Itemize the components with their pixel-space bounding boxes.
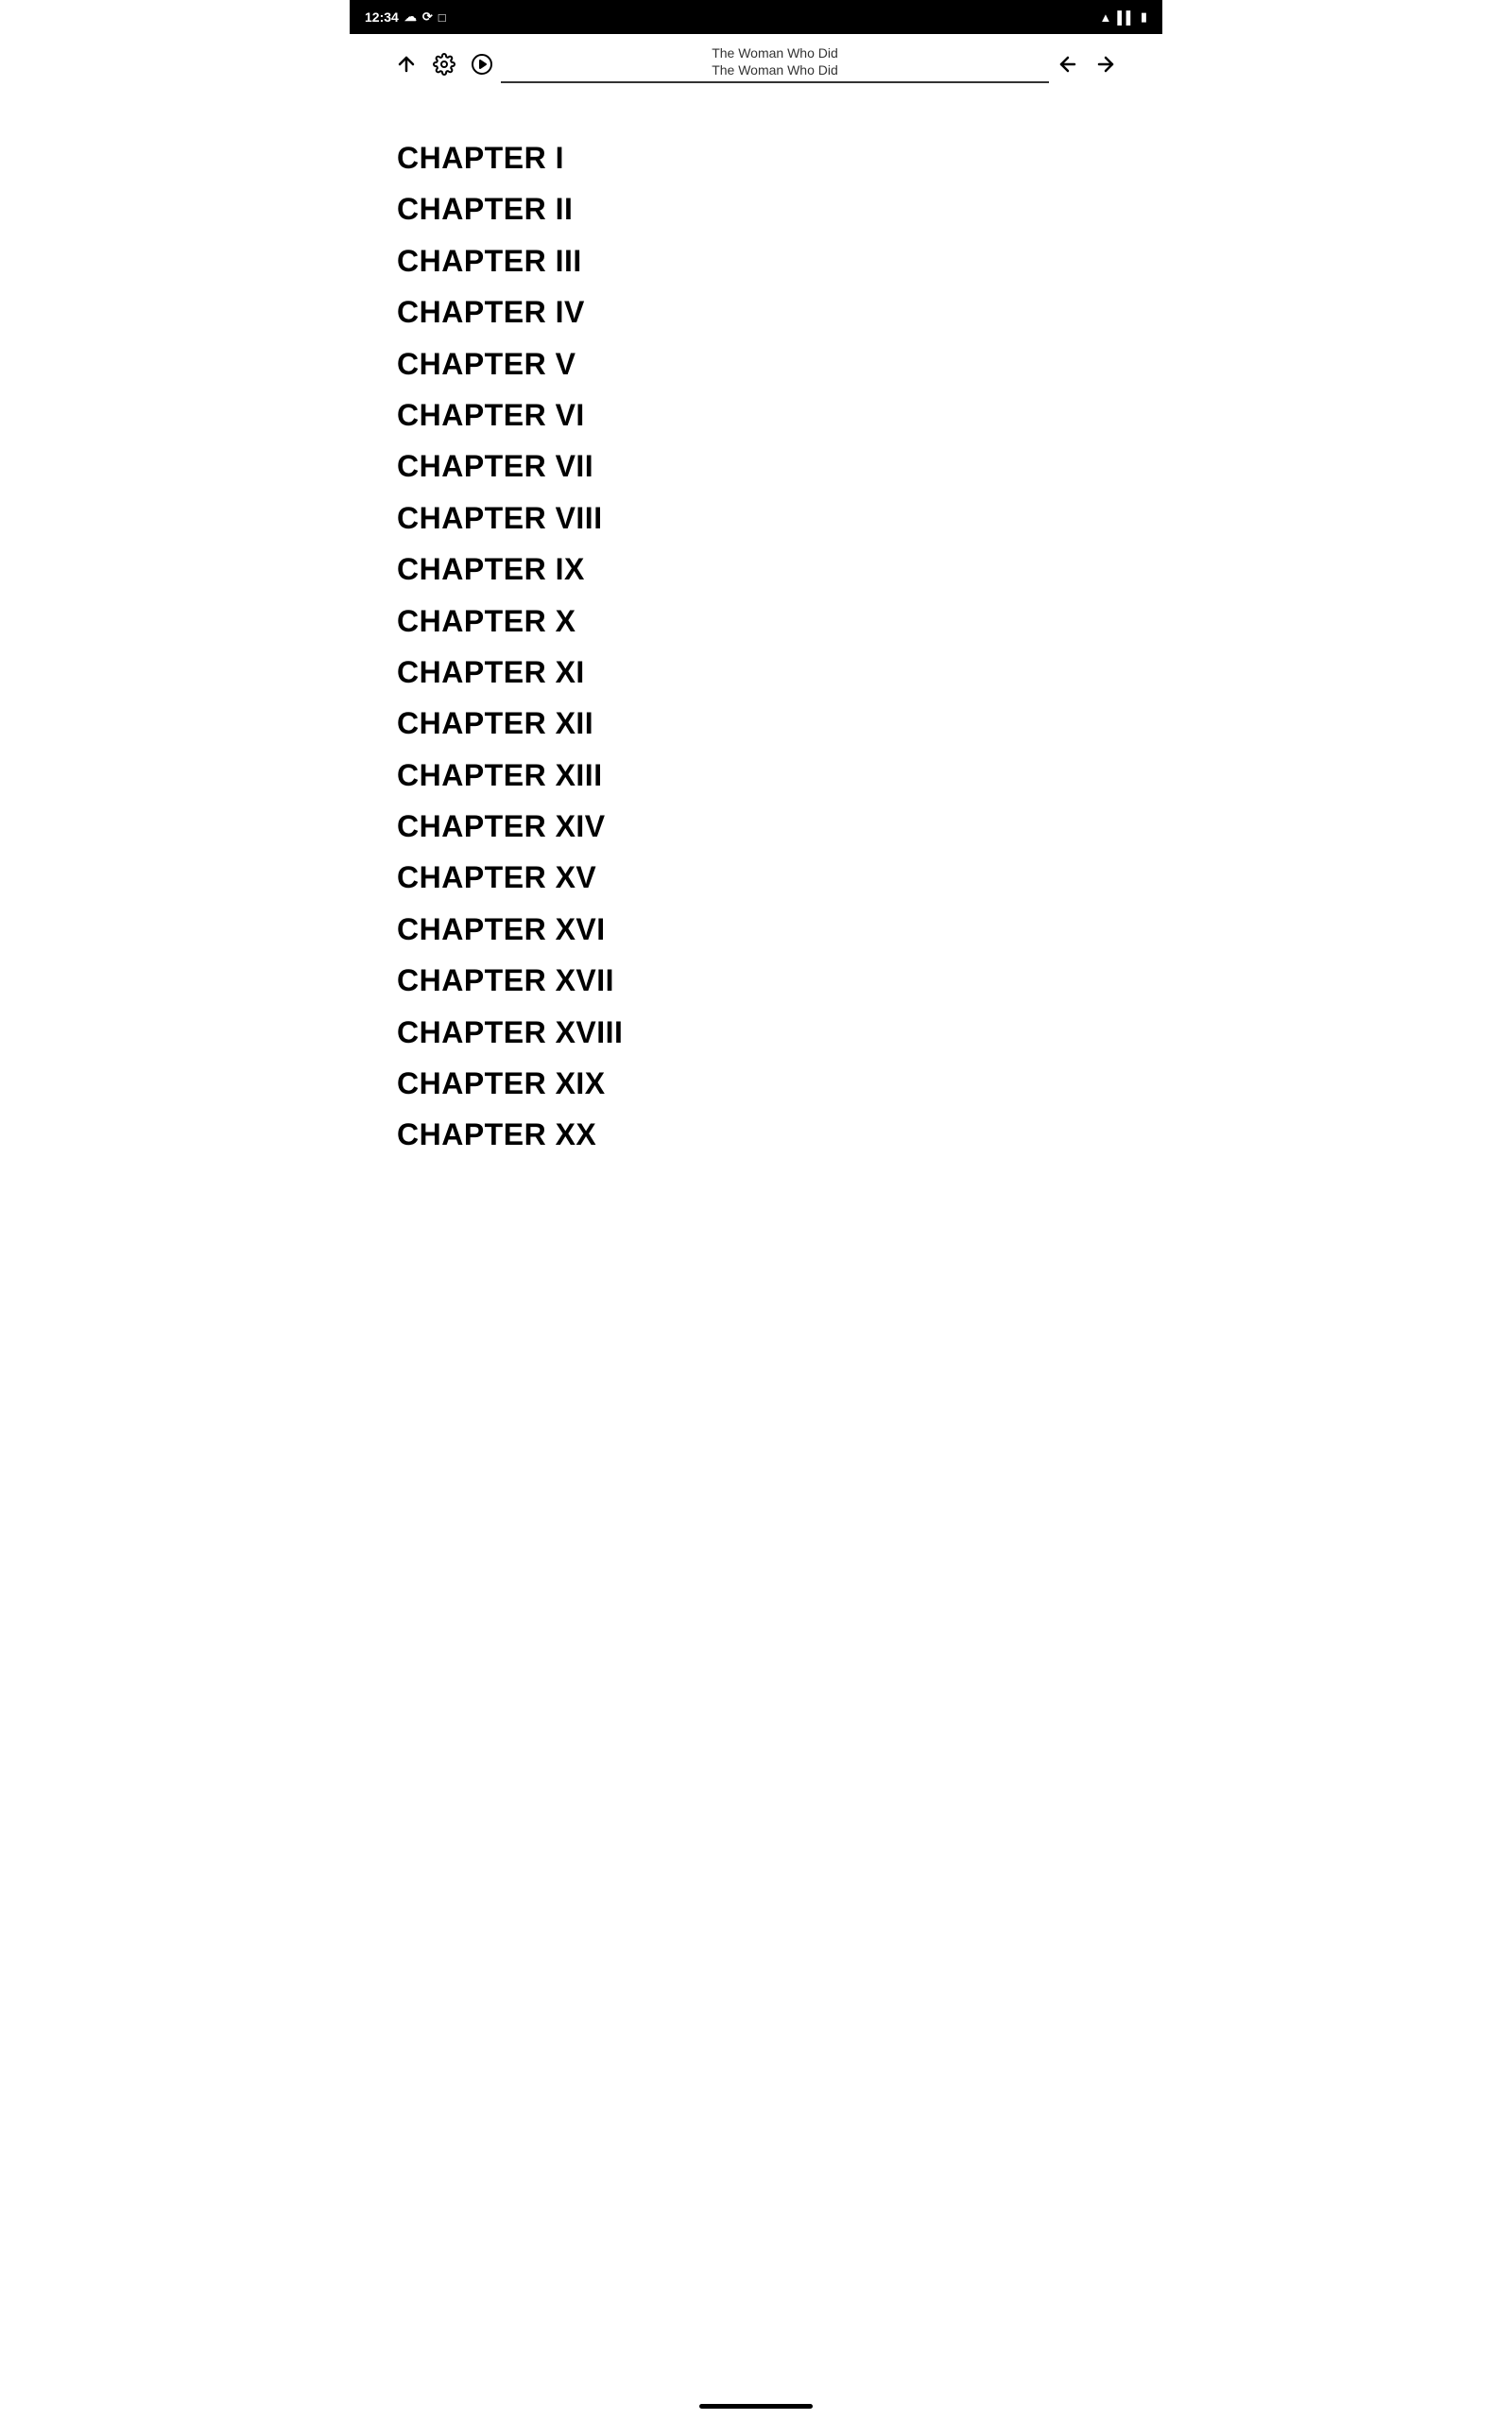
chapter-item-18[interactable]: CHAPTER XVIII	[397, 1007, 1115, 1058]
chapter-item-16[interactable]: CHAPTER XVI	[397, 904, 1115, 955]
chapter-item-13[interactable]: CHAPTER XIII	[397, 750, 1115, 801]
chapter-item-5[interactable]: CHAPTER V	[397, 338, 1115, 389]
play-button[interactable]	[463, 45, 501, 83]
chapter-item-12[interactable]: CHAPTER XII	[397, 698, 1115, 749]
chapter-item-15[interactable]: CHAPTER XV	[397, 852, 1115, 903]
forward-button[interactable]	[1087, 45, 1125, 83]
cloud-icon: ☁	[404, 9, 417, 25]
chapter-item-3[interactable]: CHAPTER III	[397, 235, 1115, 286]
book-title-bottom: The Woman Who Did	[501, 62, 1049, 83]
chapter-item-11[interactable]: CHAPTER XI	[397, 647, 1115, 698]
status-icons: ▲ ▌▌ ▮	[1100, 9, 1147, 25]
book-title-top: The Woman Who Did	[501, 45, 1049, 60]
chapter-item-2[interactable]: CHAPTER II	[397, 183, 1115, 234]
up-arrow-button[interactable]	[387, 45, 425, 83]
nav-indicator	[699, 2404, 813, 2409]
chapter-item-19[interactable]: CHAPTER XIX	[397, 1058, 1115, 1109]
signal-icon: ▌▌	[1117, 10, 1134, 25]
chapter-item-4[interactable]: CHAPTER IV	[397, 286, 1115, 337]
notification-icon: □	[438, 10, 446, 25]
sync-icon: ⟳	[422, 9, 433, 25]
battery-icon: ▮	[1141, 9, 1147, 25]
chapter-list: CHAPTER ICHAPTER IICHAPTER IIICHAPTER IV…	[350, 95, 1162, 1218]
chapter-item-14[interactable]: CHAPTER XIV	[397, 801, 1115, 852]
toolbar: The Woman Who Did The Woman Who Did	[350, 34, 1162, 95]
bottom-nav-bar	[350, 2396, 1162, 2420]
chapter-item-20[interactable]: CHAPTER XX	[397, 1109, 1115, 1160]
chapter-item-10[interactable]: CHAPTER X	[397, 596, 1115, 647]
book-title-area: The Woman Who Did The Woman Who Did	[501, 45, 1049, 83]
time-display: 12:34	[365, 9, 399, 25]
chapter-item-1[interactable]: CHAPTER I	[397, 132, 1115, 183]
chapter-item-8[interactable]: CHAPTER VIII	[397, 493, 1115, 544]
chapter-item-6[interactable]: CHAPTER VI	[397, 389, 1115, 441]
wifi-icon: ▲	[1100, 10, 1112, 25]
status-time: 12:34 ☁ ⟳ □	[365, 9, 446, 25]
status-bar: 12:34 ☁ ⟳ □ ▲ ▌▌ ▮	[350, 0, 1162, 34]
chapter-item-17[interactable]: CHAPTER XVII	[397, 955, 1115, 1006]
settings-button[interactable]	[425, 45, 463, 83]
back-button[interactable]	[1049, 45, 1087, 83]
chapter-item-7[interactable]: CHAPTER VII	[397, 441, 1115, 492]
chapter-item-9[interactable]: CHAPTER IX	[397, 544, 1115, 595]
